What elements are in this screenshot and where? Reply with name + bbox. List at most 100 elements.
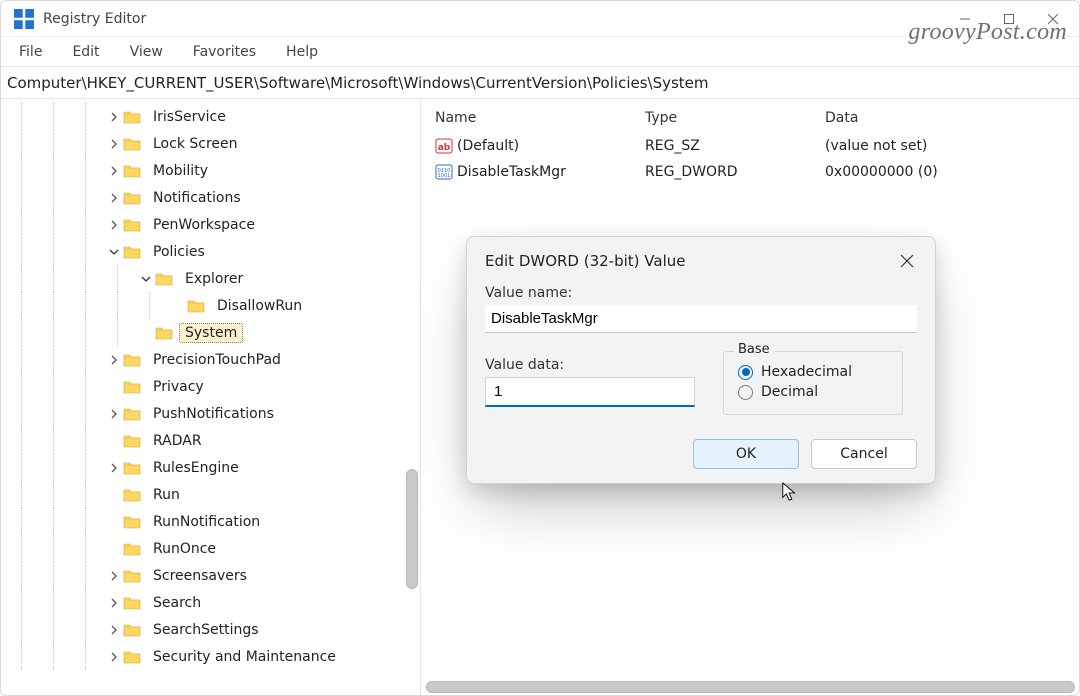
- tree-item[interactable]: RunOnce: [1, 535, 420, 562]
- col-name[interactable]: Name: [435, 110, 645, 126]
- tree-item-label: RunOnce: [147, 539, 222, 559]
- tree-item-label: PushNotifications: [147, 404, 280, 424]
- chevron-down-icon[interactable]: [139, 272, 153, 286]
- tree-item-label: Lock Screen: [147, 134, 244, 154]
- menubar: File Edit View Favorites Help: [1, 37, 1079, 67]
- folder-icon: [123, 515, 141, 529]
- maximize-button[interactable]: [987, 5, 1031, 33]
- chevron-right-icon[interactable]: [107, 191, 121, 205]
- tree-item[interactable]: PrecisionTouchPad: [1, 346, 420, 373]
- value-data: 0x00000000 (0): [825, 164, 1025, 180]
- tree-item[interactable]: Run: [1, 481, 420, 508]
- tree-item-label: IrisService: [147, 107, 232, 127]
- cancel-button[interactable]: Cancel: [811, 439, 917, 469]
- col-data[interactable]: Data: [825, 110, 1025, 126]
- window-title: Registry Editor: [43, 11, 943, 27]
- folder-icon: [123, 218, 141, 232]
- tree-item[interactable]: Mobility: [1, 157, 420, 184]
- tree-item[interactable]: Lock Screen: [1, 130, 420, 157]
- tree-item[interactable]: Notifications: [1, 184, 420, 211]
- folder-icon: [123, 164, 141, 178]
- menu-file[interactable]: File: [15, 42, 46, 62]
- value-type: REG_SZ: [645, 138, 825, 154]
- value-name: DisableTaskMgr: [457, 164, 566, 180]
- folder-icon: [123, 407, 141, 421]
- ok-button[interactable]: OK: [693, 439, 799, 469]
- tree-item[interactable]: Security and Maintenance: [1, 643, 420, 670]
- radio-decimal[interactable]: Decimal: [738, 384, 888, 400]
- folder-icon: [123, 137, 141, 151]
- tree-item[interactable]: Screensavers: [1, 562, 420, 589]
- value-data-field[interactable]: [485, 377, 695, 407]
- tree-panel[interactable]: IrisService Lock Screen Mobility Notificati…: [1, 99, 421, 695]
- svg-text:ab: ab: [438, 143, 451, 153]
- col-type[interactable]: Type: [645, 110, 825, 126]
- value-type: REG_DWORD: [645, 164, 825, 180]
- tree-item[interactable]: RulesEngine: [1, 454, 420, 481]
- tree-item-label: Notifications: [147, 188, 247, 208]
- folder-icon: [123, 596, 141, 610]
- folder-icon: [123, 110, 141, 124]
- titlebar[interactable]: Registry Editor: [1, 1, 1079, 37]
- close-button[interactable]: [1031, 5, 1075, 33]
- tree-item[interactable]: RunNotification: [1, 508, 420, 535]
- chevron-right-icon[interactable]: [107, 110, 121, 124]
- folder-icon: [123, 569, 141, 583]
- tree-item-label: SearchSettings: [147, 620, 265, 640]
- chevron-right-icon[interactable]: [107, 596, 121, 610]
- tree-item-label: RunNotification: [147, 512, 266, 532]
- chevron-right-icon[interactable]: [107, 623, 121, 637]
- menu-help[interactable]: Help: [282, 42, 322, 62]
- chevron-right-icon[interactable]: [107, 218, 121, 232]
- binary-value-icon: 01101001: [435, 163, 453, 181]
- tree-item[interactable]: PenWorkspace: [1, 211, 420, 238]
- tree-item[interactable]: Privacy: [1, 373, 420, 400]
- chevron-right-icon[interactable]: [107, 164, 121, 178]
- tree-item[interactable]: IrisService: [1, 103, 420, 130]
- menu-favorites[interactable]: Favorites: [189, 42, 260, 62]
- base-label: Base: [734, 342, 774, 357]
- cursor-icon: [781, 481, 799, 503]
- list-row[interactable]: ab(Default)REG_SZ(value not set): [435, 133, 1065, 159]
- folder-icon: [155, 272, 173, 286]
- folder-icon: [123, 434, 141, 448]
- tree-item[interactable]: Policies: [1, 238, 420, 265]
- tree-item-label: Run: [147, 485, 186, 505]
- folder-icon: [123, 191, 141, 205]
- folder-icon: [123, 245, 141, 259]
- chevron-right-icon[interactable]: [107, 569, 121, 583]
- app-icon: [13, 8, 35, 30]
- tree-item-label: Explorer: [179, 269, 249, 289]
- chevron-right-icon[interactable]: [107, 353, 121, 367]
- chevron-right-icon[interactable]: [107, 461, 121, 475]
- tree-item-label: Screensavers: [147, 566, 253, 586]
- menu-view[interactable]: View: [126, 42, 167, 62]
- value-name: (Default): [457, 138, 519, 154]
- tree-item-label: Privacy: [147, 377, 210, 397]
- tree-item[interactable]: PushNotifications: [1, 400, 420, 427]
- value-data-label: Value data:: [485, 357, 695, 373]
- tree-scrollbar[interactable]: [406, 469, 418, 589]
- chevron-right-icon[interactable]: [107, 137, 121, 151]
- list-scrollbar[interactable]: [426, 681, 1075, 693]
- folder-icon: [155, 326, 173, 340]
- tree-item[interactable]: RADAR: [1, 427, 420, 454]
- folder-icon: [123, 488, 141, 502]
- radio-hexadecimal[interactable]: Hexadecimal: [738, 364, 888, 380]
- tree-item[interactable]: SearchSettings: [1, 616, 420, 643]
- tree-item[interactable]: System: [1, 319, 420, 346]
- menu-edit[interactable]: Edit: [68, 42, 103, 62]
- chevron-right-icon[interactable]: [107, 650, 121, 664]
- list-row[interactable]: 01101001DisableTaskMgr REG_DWORD0x0000000…: [435, 159, 1065, 185]
- tree-item[interactable]: Search: [1, 589, 420, 616]
- folder-icon: [123, 380, 141, 394]
- address-bar[interactable]: Computer\HKEY_CURRENT_USER\Software\Micr…: [1, 67, 1079, 99]
- chevron-down-icon[interactable]: [107, 245, 121, 259]
- minimize-button[interactable]: [943, 5, 987, 33]
- list-header: Name Type Data: [435, 103, 1065, 133]
- value-name-field[interactable]: [485, 305, 917, 333]
- tree-item[interactable]: Explorer: [1, 265, 420, 292]
- chevron-right-icon[interactable]: [107, 407, 121, 421]
- tree-item[interactable]: DisallowRun: [1, 292, 420, 319]
- dialog-close-button[interactable]: [897, 251, 917, 271]
